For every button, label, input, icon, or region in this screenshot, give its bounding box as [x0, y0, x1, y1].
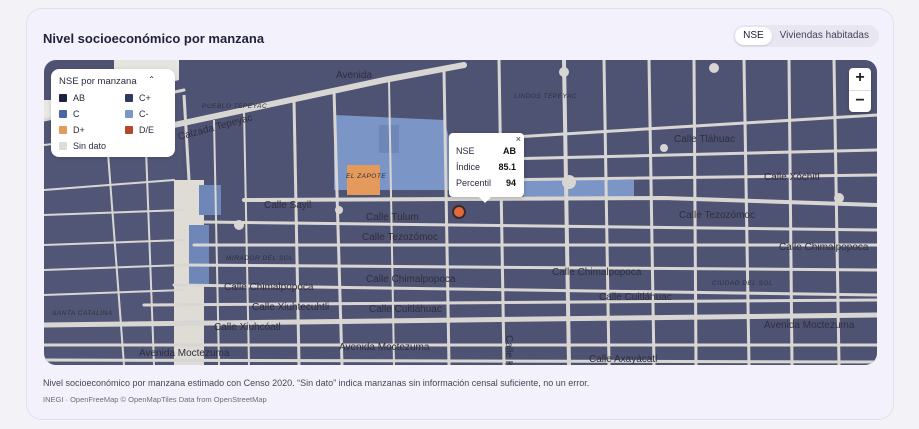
legend-item-ab: AB [59, 93, 85, 103]
card-title: Nivel socioeconómico por manzana [43, 31, 265, 46]
label-calle-cuitlahuac: Calle Cuitláhuac [369, 304, 442, 315]
legend-item-cplus: C+ [125, 93, 151, 103]
nse-card: Nivel socioeconómico por manzana NSE Viv… [26, 8, 894, 420]
label-av-moctezuma-mid: Avenida Moctezuma [339, 342, 430, 353]
map-attribution[interactable]: INEGI · OpenFreeMap © OpenMapTiles Data … [43, 395, 267, 404]
swatch-cplus [125, 94, 133, 102]
label-lindos-tepeyac: LINDOS TEPEYAC [514, 93, 577, 100]
legend-title: NSE por manzana [59, 76, 137, 87]
legend-item-sin-dato: Sin dato [59, 141, 106, 151]
swatch-de [125, 126, 133, 134]
toggle-viviendas[interactable]: Viviendas habitadas [772, 27, 877, 45]
popup-close-icon[interactable]: × [516, 134, 521, 144]
block-popup: × NSE AB Índice 85.1 Percentil 94 [449, 133, 524, 203]
label-calle-axayacatl: Calle Axayácatl [589, 354, 657, 365]
label-calle-chimalpopoca: Calle Chimalpopoca [366, 274, 456, 285]
swatch-dplus [59, 126, 67, 134]
footer-note: Nivel socioeconómico por manzana estimad… [43, 378, 590, 388]
popup-row-indice: Índice 85.1 [456, 162, 516, 172]
toggle-nse[interactable]: NSE [735, 27, 772, 45]
swatch-cminus [125, 110, 133, 118]
label-calle-tlahuac: Calle Tláhuac [674, 134, 735, 145]
label-pueblo-tepeyac: PUEBLO TEPEYAC [202, 103, 267, 110]
label-santa-catalina: SANTA CATALINA [52, 310, 113, 317]
selected-block-marker[interactable] [452, 205, 466, 219]
map-canvas[interactable]: Avenida Calzada Tepeyac PUEBLO TEPEYAC L… [44, 60, 877, 365]
label-calle-tezozomoc: Calle Tezozómoc [362, 232, 438, 243]
label-calle-kabah: Calle Kabah [503, 335, 514, 365]
label-calle-chimalpopoca-w: Calle Chimalpopoca [224, 282, 314, 293]
popup-row-nse: NSE AB [456, 146, 516, 156]
label-calle-cuitlahuac-e: Calle Cuitláhuac [599, 292, 672, 303]
layer-toggle: NSE Viviendas habitadas [733, 25, 879, 47]
legend-item-de: D/E [125, 125, 154, 135]
legend-item-dplus: D+ [59, 125, 85, 135]
legend-item-c: C [59, 109, 80, 119]
swatch-c [59, 110, 67, 118]
zoom-in-button[interactable]: + [849, 68, 871, 90]
legend-collapse-icon[interactable]: ⌃ [148, 75, 155, 84]
label-calle-xiuhcoatl: Calle Xiuhcóatl [214, 322, 281, 333]
label-av-moctezuma-e: Avenida Moctezuma [764, 320, 855, 331]
label-mirador-del-sol: MIRADOR DEL SOL [226, 255, 293, 262]
label-calle-xiuhtecuhtli: Calle Xiuhtecuhtli [252, 302, 329, 313]
label-ciudad-del-sol: CIUDAD DEL SOL [712, 280, 773, 287]
label-calle-chimalpopoca-ne: Calle Chimalpopoca [779, 242, 869, 253]
label-calle-sayil: Calle Sayil [264, 200, 311, 211]
label-av-moctezuma-w: Avenida Moctezuma [139, 348, 230, 359]
legend-item-cminus: C- [125, 109, 149, 119]
label-calle-tezozomoc-e: Calle Tezozómoc [679, 210, 755, 221]
label-avenida-top: Avenida [336, 70, 372, 81]
swatch-ab [59, 94, 67, 102]
zoom-control: + − [849, 68, 871, 112]
label-calle-chimalpopoca-e: Calle Chimalpopoca [552, 267, 642, 278]
legend-panel: NSE por manzana ⌃ AB C+ C C- D+ D/E Sin … [51, 69, 175, 157]
zoom-out-button[interactable]: − [849, 90, 871, 113]
swatch-sin-dato [59, 142, 67, 150]
label-calle-tulum: Calle Tulum [366, 212, 419, 223]
label-el-zapote: EL ZAPOTE [346, 173, 386, 180]
popup-row-percentil: Percentil 94 [456, 178, 516, 188]
label-calle-xochitl: Calle Xóchitl [764, 172, 820, 183]
